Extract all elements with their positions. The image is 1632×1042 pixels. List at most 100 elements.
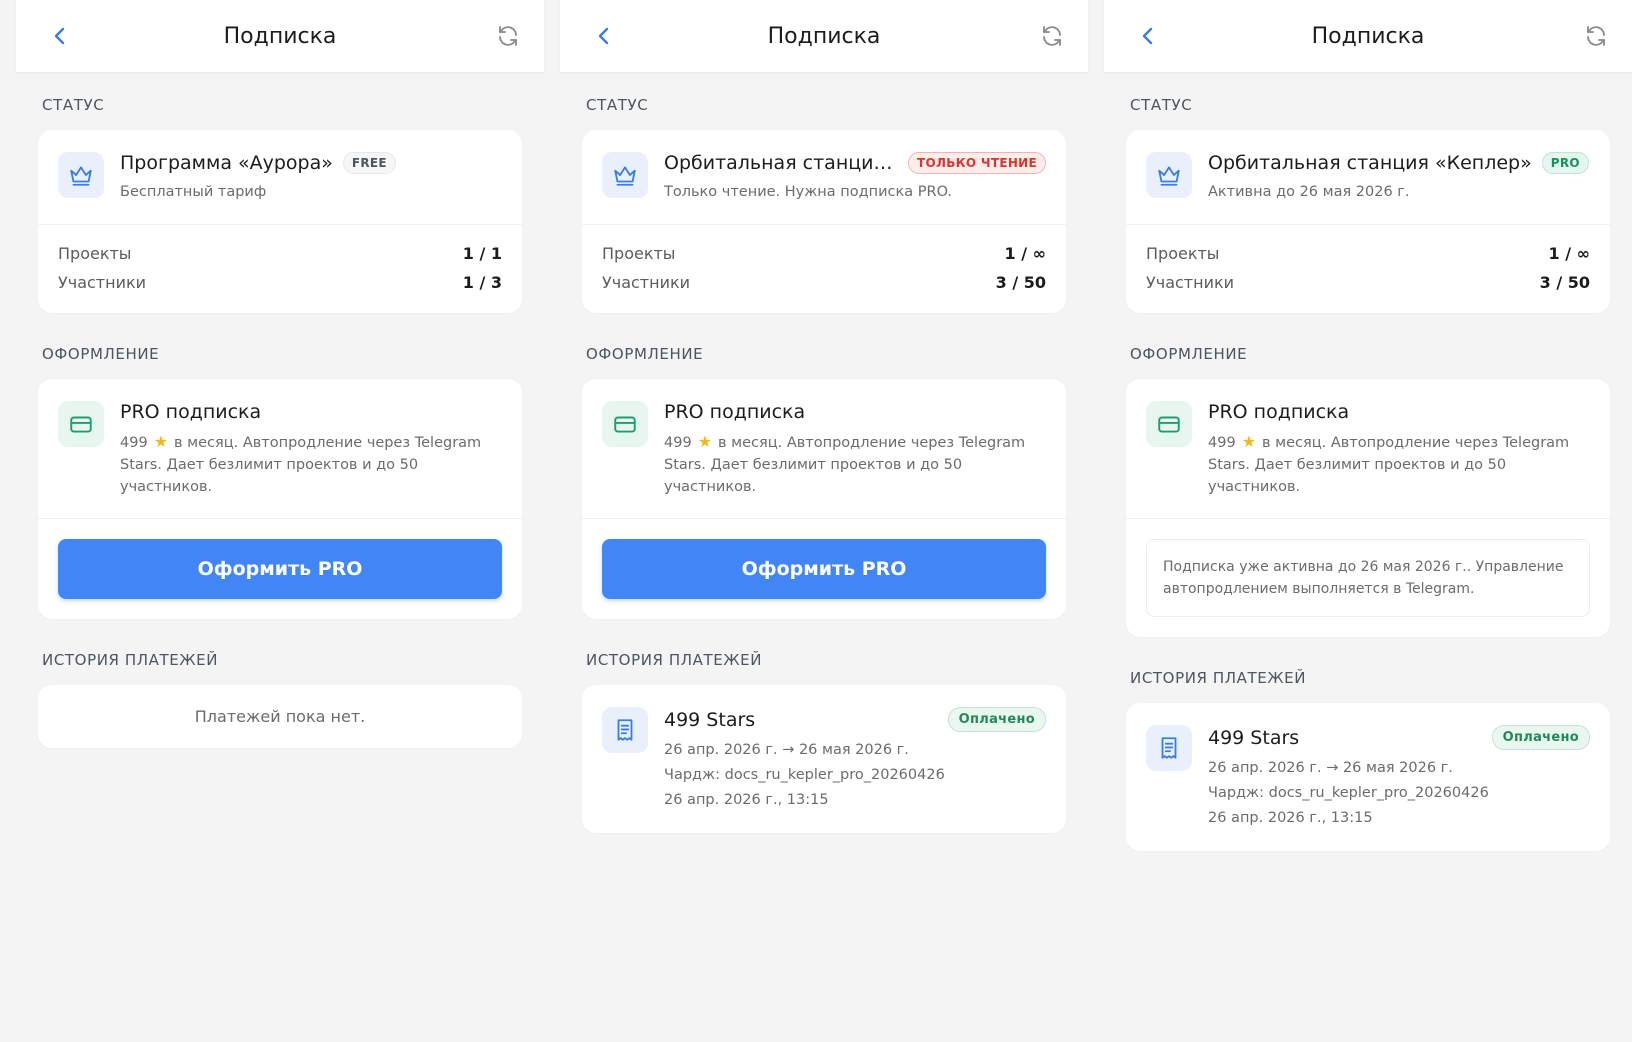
plan-row: PRO подписка 499 ★ в месяц. Автопродление …: [582, 379, 1066, 518]
button-wrap: Оформить PRO: [38, 519, 522, 619]
payment-row: 499 Stars Оплачено 26 апр. 2026 г. → 26 …: [1126, 703, 1610, 851]
stat-label: Проекты: [602, 244, 676, 263]
plan-title: PRO подписка: [1208, 401, 1350, 423]
status-subtitle: Бесплатный тариф: [120, 184, 267, 200]
subscribe-pro-button[interactable]: Оформить PRO: [602, 539, 1046, 599]
status-subtitle: Только чтение. Нужна подписка PRO.: [664, 184, 953, 200]
plan-card: PRO подписка 499 ★ в месяц. Автопродление …: [582, 379, 1066, 619]
section-label-status: СТАТУС: [1130, 96, 1193, 114]
section-label-status: СТАТУС: [42, 96, 105, 114]
content: СТАТУС Орбитальная станция «Кеплер» PRO: [1104, 96, 1632, 851]
status-icon-box: [58, 152, 104, 198]
status-icon-box: [602, 152, 648, 198]
status-main: Программа «Аурора» FREE Бесплатный тариф: [120, 152, 502, 204]
section-label-history: ИСТОРИЯ ПЛАТЕЖЕЙ: [1130, 669, 1307, 687]
status-title-line: Программа «Аурора» FREE: [120, 152, 502, 174]
plan-icon-box: [1146, 401, 1192, 447]
payment-period: 26 апр. 2026 г. → 26 мая 2026 г.: [664, 742, 909, 758]
star-icon: ★: [1241, 432, 1257, 451]
star-icon: ★: [153, 432, 169, 451]
section-label-history: ИСТОРИЯ ПЛАТЕЖЕЙ: [586, 651, 763, 669]
payment-date: 26 апр. 2026 г., 13:15: [664, 792, 829, 808]
stat-value: 3 / 50: [995, 273, 1046, 292]
stat-label: Участники: [1146, 273, 1235, 292]
plan-main: PRO подписка 499 ★ в месяц. Автопродление …: [120, 401, 502, 498]
chevron-left-icon[interactable]: [592, 24, 616, 48]
payment-amount: 499 Stars: [1208, 726, 1300, 749]
payment-period: 26 апр. 2026 г. → 26 мая 2026 г.: [1208, 760, 1453, 776]
page-title: Подписка: [1311, 23, 1425, 49]
history-card: Платежей пока нет.: [38, 685, 522, 748]
plan-card: PRO подписка 499 ★ в месяц. Автопродление …: [38, 379, 522, 619]
plan-desc-rest: в месяц. Автопродление через Telegram St…: [1208, 435, 1570, 495]
content: СТАТУС Орбитальная станция… ТОЛЬКО ЧТЕНИ…: [560, 96, 1088, 833]
content: СТАТУС Программа «Аурора» FREE Бесплатны…: [16, 96, 544, 748]
status-title-wrap: Орбитальная станция… ТОЛЬКО ЧТЕНИЕ: [664, 152, 1046, 174]
plan-row: PRO подписка 499 ★ в месяц. Автопродление …: [38, 379, 522, 518]
stat-row-projects: Проекты 1 / ∞: [602, 239, 1046, 268]
receipt-icon: [1161, 737, 1177, 759]
header: Подписка: [1104, 0, 1632, 72]
payment-icon-box: [602, 707, 648, 753]
stat-value: 1 / 3: [462, 273, 502, 292]
status-row: Орбитальная станция «Кеплер» PRO Активна…: [1126, 130, 1610, 224]
stat-value: 3 / 50: [1539, 273, 1590, 292]
usage-stats: Проекты 1 / ∞ Участники 3 / 50: [582, 225, 1066, 313]
star-icon: ★: [697, 432, 713, 451]
payment-charge-id: Чардж: docs_ru_kepler_pro_20260426: [1208, 785, 1489, 801]
payment-amount: 499 Stars: [664, 708, 756, 731]
status-card: Программа «Аурора» FREE Бесплатный тариф…: [38, 130, 522, 313]
screens-container: Подписка СТАТУС Программа «Аурора» FREE: [0, 0, 1632, 1042]
plan-main: PRO подписка 499 ★ в месяц. Автопродление …: [664, 401, 1046, 498]
page-title: Подписка: [767, 23, 881, 49]
history-card: 499 Stars Оплачено 26 апр. 2026 г. → 26 …: [582, 685, 1066, 833]
status-card: Орбитальная станция… ТОЛЬКО ЧТЕНИЕ Тольк…: [582, 130, 1066, 313]
refresh-icon[interactable]: [496, 24, 520, 48]
plan-icon-box: [602, 401, 648, 447]
stat-row-members: Участники 1 / 3: [58, 268, 502, 297]
crown-icon: [1158, 166, 1180, 186]
header: Подписка: [560, 0, 1088, 72]
plan-desc-rest: в месяц. Автопродление через Telegram St…: [664, 435, 1026, 495]
refresh-icon[interactable]: [1584, 24, 1608, 48]
plan-description: 499 ★ в месяц. Автопродление через Telegra…: [1208, 431, 1590, 498]
payment-status-badge: Оплачено: [1491, 725, 1590, 750]
stat-label: Проекты: [1146, 244, 1220, 263]
status-badge: FREE: [342, 152, 396, 174]
plan-icon-box: [58, 401, 104, 447]
status-title-wrap: Орбитальная станция «Кеплер» PRO: [1208, 152, 1589, 174]
payment-title-line: 499 Stars Оплачено: [1208, 725, 1590, 750]
subscribe-pro-button[interactable]: Оформить PRO: [58, 539, 502, 599]
status-row: Программа «Аурора» FREE Бесплатный тариф: [38, 130, 522, 224]
history-empty-text: Платежей пока нет.: [194, 707, 366, 726]
crown-icon: [614, 166, 636, 186]
plan-card: PRO подписка 499 ★ в месяц. Автопродление …: [1126, 379, 1610, 637]
chevron-left-icon[interactable]: [1136, 24, 1160, 48]
status-main: Орбитальная станция… ТОЛЬКО ЧТЕНИЕ Тольк…: [664, 152, 1046, 204]
stat-row-members: Участники 3 / 50: [1146, 268, 1590, 297]
stat-label: Проекты: [58, 244, 132, 263]
stat-value: 1 / ∞: [1004, 244, 1046, 263]
status-title-line: Орбитальная станция… ТОЛЬКО ЧТЕНИЕ: [664, 152, 1046, 174]
stat-label: Участники: [602, 273, 691, 292]
status-subtitle: Активна до 26 мая 2026 г.: [1208, 184, 1410, 200]
stat-value: 1 / ∞: [1548, 244, 1590, 263]
credit-card-icon: [614, 416, 636, 433]
stat-row-members: Участники 3 / 50: [602, 268, 1046, 297]
payment-main: 499 Stars Оплачено 26 апр. 2026 г. → 26 …: [664, 707, 1046, 813]
history-card: 499 Stars Оплачено 26 апр. 2026 г. → 26 …: [1126, 703, 1610, 851]
plan-main: PRO подписка 499 ★ в месяц. Автопродление …: [1208, 401, 1590, 498]
status-title-wrap: Программа «Аурора» FREE: [120, 152, 396, 174]
status-row: Орбитальная станция… ТОЛЬКО ЧТЕНИЕ Тольк…: [582, 130, 1066, 224]
refresh-icon[interactable]: [1040, 24, 1064, 48]
plan-price: 499: [1208, 435, 1236, 451]
status-title-line: Орбитальная станция «Кеплер» PRO: [1208, 152, 1590, 174]
stat-label: Участники: [58, 273, 147, 292]
status-badge: PRO: [1541, 152, 1589, 174]
payment-row: 499 Stars Оплачено 26 апр. 2026 г. → 26 …: [582, 685, 1066, 833]
section-label-checkout: ОФОРМЛЕНИЕ: [586, 345, 704, 363]
plan-price: 499: [120, 435, 148, 451]
payment-main: 499 Stars Оплачено 26 апр. 2026 г. → 26 …: [1208, 725, 1590, 831]
active-subscription-note: Подписка уже активна до 26 мая 2026 г.. …: [1146, 539, 1590, 617]
chevron-left-icon[interactable]: [48, 24, 72, 48]
